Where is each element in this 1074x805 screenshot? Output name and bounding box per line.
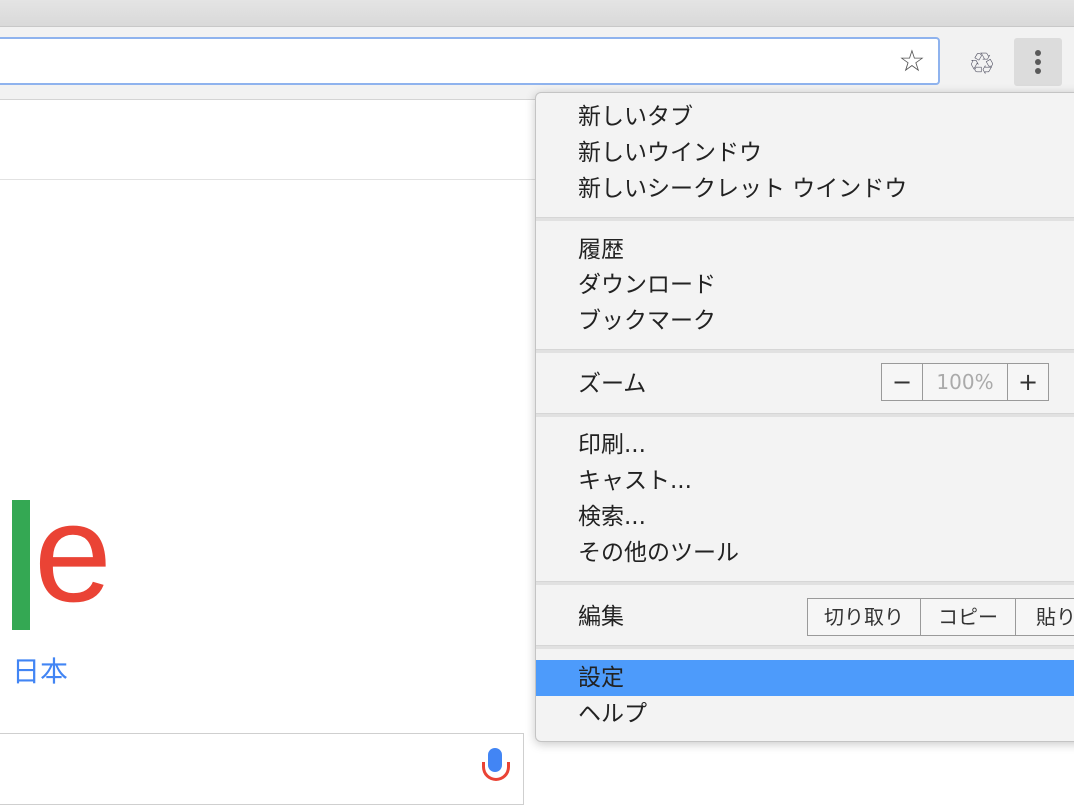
recycle-icon[interactable]: ♲ [962, 45, 1002, 85]
zoom-controls: − 100% + [881, 363, 1049, 401]
page-divider [0, 179, 540, 180]
logo-letter-l [12, 500, 30, 630]
edit-controls: 切り取り コピー 貼り [807, 598, 1074, 636]
menu-item-print[interactable]: 印刷... [536, 427, 1074, 463]
menu-separator [536, 349, 1074, 353]
menu-item-more-tools[interactable]: その他のツール [536, 535, 1074, 571]
menu-separator [536, 413, 1074, 417]
menu-item-settings[interactable]: 設定 [536, 660, 1074, 696]
menu-item-help[interactable]: ヘルプ [536, 696, 1074, 732]
menu-item-new-incognito[interactable]: 新しいシークレット ウインドウ [536, 171, 1074, 207]
zoom-in-button[interactable]: + [1008, 364, 1048, 400]
menu-item-bookmarks[interactable]: ブックマーク [536, 303, 1074, 339]
bookmark-star-icon[interactable]: ☆ [896, 46, 928, 78]
mic-stand [482, 762, 510, 781]
chrome-menu: 新しいタブ 新しいウインドウ 新しいシークレット ウインドウ 履歴 ダウンロード… [535, 92, 1074, 742]
address-bar[interactable]: ☆ [0, 37, 940, 85]
menu-item-cast[interactable]: キャスト... [536, 463, 1074, 499]
copy-button[interactable]: コピー [921, 599, 1016, 635]
menu-separator [536, 217, 1074, 221]
microphone-icon[interactable] [482, 748, 510, 788]
window-titlebar [0, 0, 1074, 27]
menu-item-downloads[interactable]: ダウンロード [536, 267, 1074, 303]
menu-item-history[interactable]: 履歴 [536, 232, 1074, 268]
menu-dot [1035, 59, 1041, 65]
region-label[interactable]: 日本 [12, 650, 68, 690]
google-logo-partial: e [0, 478, 130, 638]
more-vert-icon[interactable] [1014, 38, 1062, 86]
menu-separator [536, 581, 1074, 585]
menu-dot [1035, 50, 1041, 56]
menu-separator [536, 645, 1074, 649]
logo-letter-e: e [34, 474, 112, 631]
menu-item-find[interactable]: 検索... [536, 499, 1074, 535]
paste-button[interactable]: 貼り [1016, 599, 1074, 635]
menu-item-new-window[interactable]: 新しいウインドウ [536, 135, 1074, 171]
zoom-level: 100% [922, 364, 1008, 400]
menu-dot [1035, 68, 1041, 74]
browser-toolbar: ☆ ♲ [0, 27, 1074, 100]
zoom-out-button[interactable]: − [882, 364, 922, 400]
menu-item-new-tab[interactable]: 新しいタブ [536, 99, 1074, 135]
cut-button[interactable]: 切り取り [808, 599, 921, 635]
search-input[interactable] [0, 733, 524, 805]
